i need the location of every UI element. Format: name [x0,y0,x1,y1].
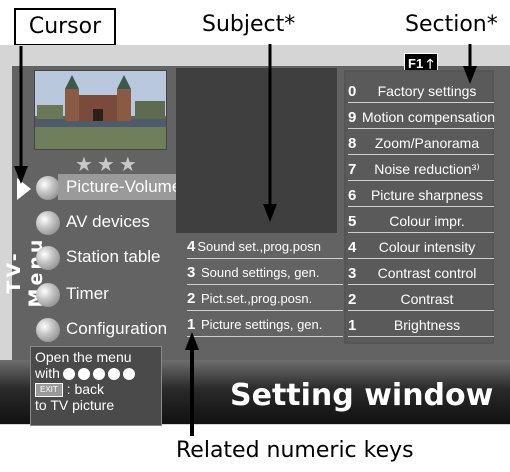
section-arrowhead-icon [463,66,477,84]
cursor-arrowhead-icon [14,166,28,184]
subject-arrowhead-icon [263,204,277,222]
callout-arrows [14,44,477,436]
keys-arrowhead-icon [185,332,199,350]
